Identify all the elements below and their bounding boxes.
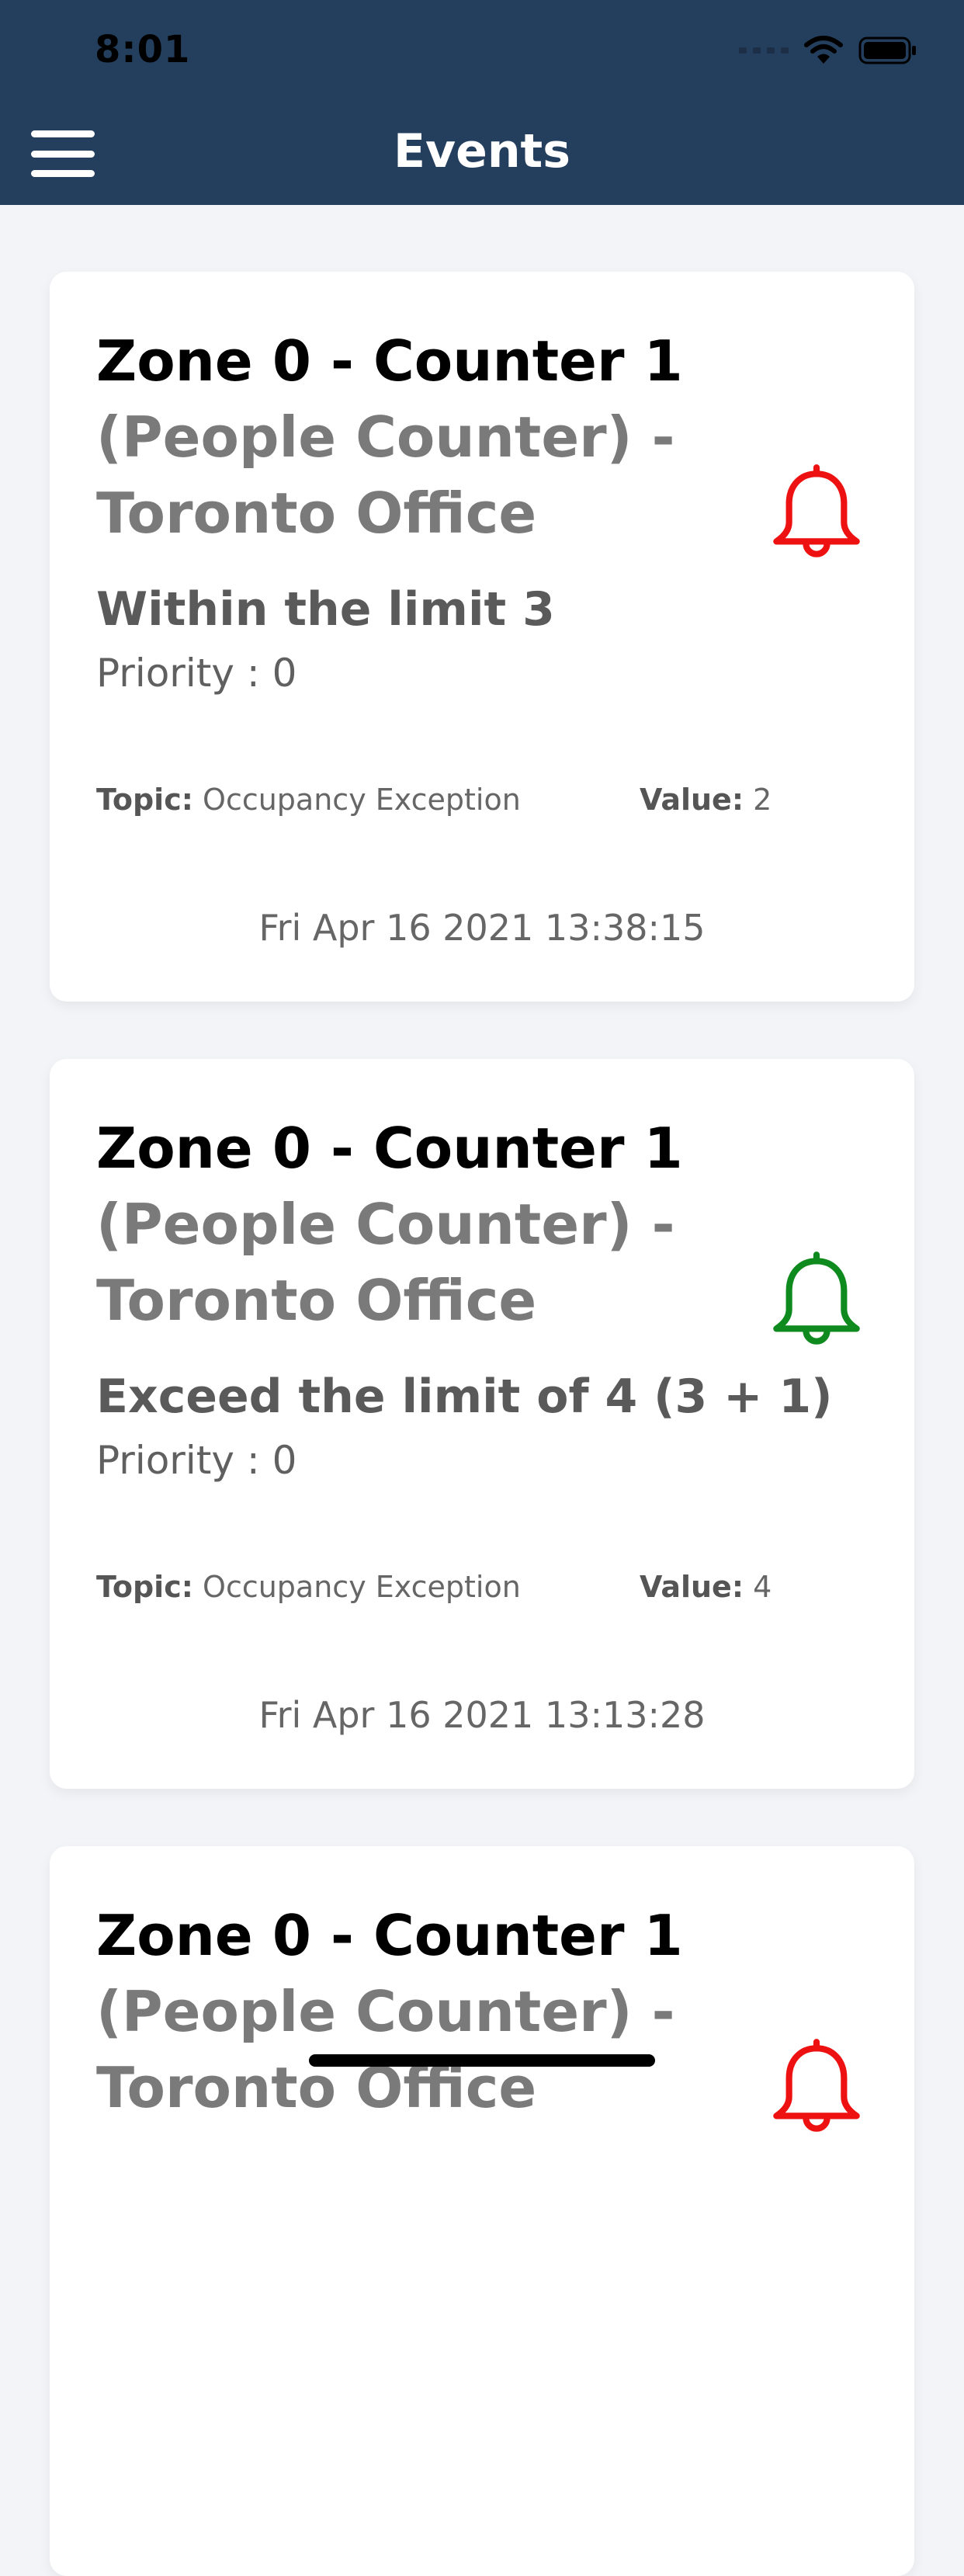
event-message: Within the limit 3: [96, 582, 555, 637]
value-label: Value:: [640, 783, 744, 817]
bell-icon[interactable]: [764, 461, 869, 567]
event-date: Fri Apr 16 2021 13:38:15: [258, 907, 706, 949]
event-topic: Topic: Occupancy Exception: [96, 783, 521, 817]
cellular-signal-icon: [739, 47, 789, 54]
wifi-icon: [804, 36, 843, 64]
event-location: (People Counter) - Toronto Office: [96, 404, 675, 546]
topic-label: Topic:: [96, 1570, 193, 1604]
event-location: (People Counter) - Toronto Office: [96, 1979, 675, 2120]
event-zone: Zone 0 - Counter 1: [96, 328, 683, 394]
event-title: Zone 0 - Counter 1 (People Counter) - To…: [96, 323, 748, 551]
event-topic: Topic: Occupancy Exception: [96, 1570, 521, 1604]
value-number: 2: [753, 783, 772, 817]
event-card[interactable]: Zone 0 - Counter 1 (People Counter) - To…: [50, 1846, 914, 2576]
page-title: Events: [394, 124, 570, 179]
app-header: 8:01 Events: [0, 0, 964, 205]
event-zone: Zone 0 - Counter 1: [96, 1903, 683, 1968]
topic-label: Topic:: [96, 783, 193, 817]
event-priority: Priority : 0: [96, 651, 297, 696]
topic-value: Occupancy Exception: [203, 1570, 521, 1604]
bell-icon[interactable]: [764, 2036, 869, 2141]
event-date: Fri Apr 16 2021 13:13:28: [258, 1694, 706, 1736]
value-label: Value:: [640, 1570, 744, 1604]
event-title: Zone 0 - Counter 1 (People Counter) - To…: [96, 1897, 748, 2126]
event-value: Value: 2: [640, 783, 772, 817]
topic-value: Occupancy Exception: [203, 783, 521, 817]
event-card[interactable]: Zone 0 - Counter 1 (People Counter) - To…: [50, 1059, 914, 1789]
event-zone: Zone 0 - Counter 1: [96, 1116, 683, 1181]
event-value: Value: 4: [640, 1570, 772, 1604]
event-title: Zone 0 - Counter 1 (People Counter) - To…: [96, 1110, 748, 1338]
bell-icon[interactable]: [764, 1248, 869, 1354]
status-icons: [739, 36, 917, 65]
home-indicator[interactable]: [309, 2054, 655, 2067]
event-message: Exceed the limit of 4 (3 + 1): [96, 1370, 833, 1424]
status-time: 8:01: [95, 28, 191, 71]
value-number: 4: [753, 1570, 772, 1604]
battery-icon: [858, 36, 916, 64]
event-location: (People Counter) - Toronto Office: [96, 1192, 675, 1333]
event-card[interactable]: Zone 0 - Counter 1 (People Counter) - To…: [50, 272, 914, 1002]
event-priority: Priority : 0: [96, 1438, 297, 1483]
